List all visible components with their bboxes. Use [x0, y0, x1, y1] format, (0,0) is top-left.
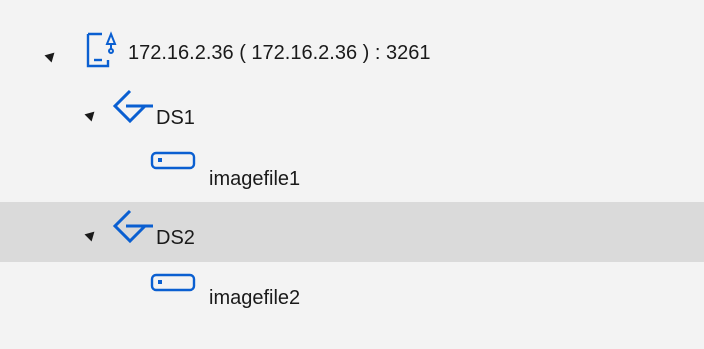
expand-arrow-icon[interactable]: [44, 45, 62, 63]
disk-icon: [150, 273, 196, 292]
tree-row-datastore[interactable]: DS1: [0, 82, 704, 142]
expand-arrow-icon[interactable]: [84, 224, 102, 242]
imagefile-label: imagefile2: [209, 287, 301, 309]
imagefile-label: imagefile1: [209, 168, 301, 190]
tree-row-datastore-selected[interactable]: DS2: [0, 202, 704, 262]
datastore-icon: [112, 89, 153, 124]
tree-row-imagefile[interactable]: imagefile1: [0, 142, 704, 202]
datastore-icon: [112, 209, 153, 244]
tree-row-server[interactable]: 172.16.2.36 ( 172.16.2.36 ) : 3261: [0, 22, 704, 82]
disk-icon: [150, 151, 196, 170]
datastore-label: DS1: [156, 107, 195, 129]
tree-view: 172.16.2.36 ( 172.16.2.36 ) : 3261 DS1 i…: [0, 0, 704, 349]
datastore-label: DS2: [156, 227, 195, 249]
server-label: 172.16.2.36 ( 172.16.2.36 ) : 3261: [128, 42, 431, 64]
tree-row-imagefile[interactable]: imagefile2: [0, 262, 704, 322]
server-icon: [86, 31, 117, 68]
expand-arrow-icon[interactable]: [84, 104, 102, 122]
